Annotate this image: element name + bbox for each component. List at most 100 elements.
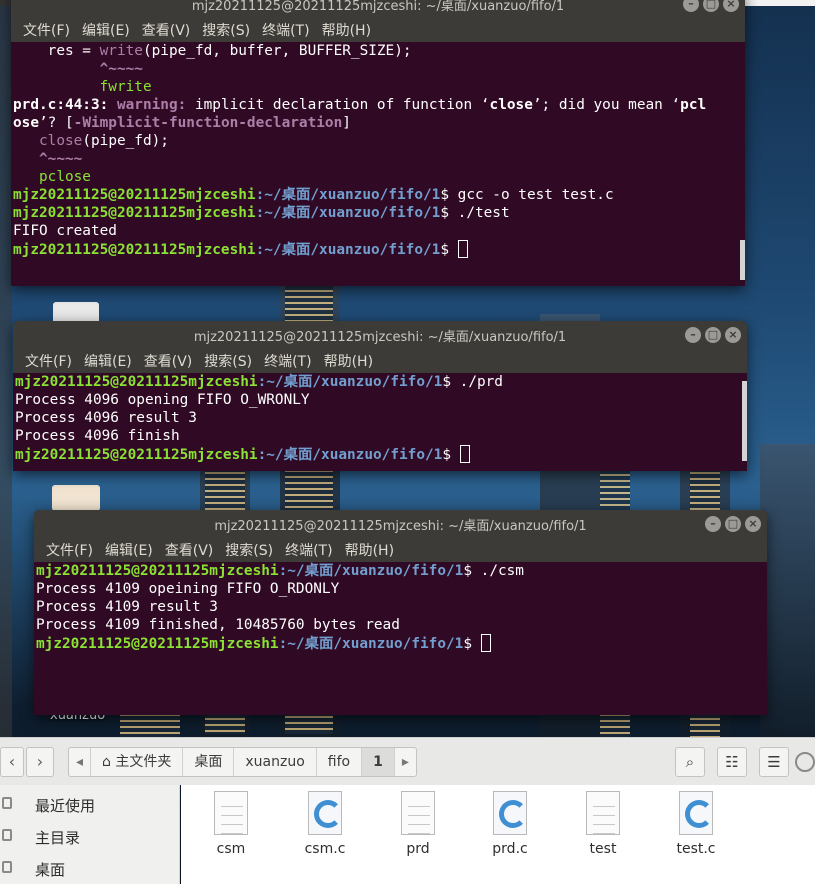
menu-file[interactable]: 文件(F) xyxy=(19,351,78,371)
window-control-icon[interactable] xyxy=(795,752,815,772)
menu-edit[interactable]: 编辑(E) xyxy=(99,540,159,560)
binary-file-icon xyxy=(586,791,620,835)
minimize-icon[interactable]: – xyxy=(685,327,701,343)
c-source-file-icon xyxy=(493,791,527,835)
terminal-line: prd.c:44:3: warning: implicit declaratio… xyxy=(13,97,707,113)
text-cursor xyxy=(459,445,470,463)
close-icon[interactable]: × xyxy=(745,516,761,532)
menu-help[interactable]: 帮助(H) xyxy=(316,20,377,40)
menu-bar: 文件(F) 编辑(E) 查看(V) 搜索(S) 终端(T) 帮助(H) xyxy=(13,349,747,373)
terminal-line: pclose xyxy=(13,169,91,185)
terminal-line: Process 4096 opening FIFO O_WRONLY xyxy=(15,392,310,408)
terminal-output[interactable]: res = write(pipe_fd, buffer, BUFFER_SIZE… xyxy=(11,42,745,259)
maximize-icon[interactable]: □ xyxy=(705,327,721,343)
terminal-line: Process 4096 finish xyxy=(15,428,180,444)
menu-edit[interactable]: 编辑(E) xyxy=(76,20,136,40)
window-title: mjz20211125@20211125mjzceshi: ~/桌面/xuanz… xyxy=(214,518,587,534)
terminal-line: close(pipe_fd); xyxy=(39,133,169,149)
menu-view[interactable]: 查看(V) xyxy=(159,540,220,560)
file-name: prd.c xyxy=(492,841,528,857)
breadcrumb-home[interactable]: ⌂ 主文件夹 xyxy=(91,748,184,776)
c-source-file-icon xyxy=(679,791,713,835)
terminal-line: fwrite xyxy=(13,79,152,95)
menu-file[interactable]: 文件(F) xyxy=(17,20,76,40)
skyline-building xyxy=(760,444,815,744)
menu-terminal[interactable]: 终端(T) xyxy=(258,351,317,371)
file-item-test-c[interactable]: test.c xyxy=(656,791,736,857)
close-icon[interactable]: × xyxy=(725,327,741,343)
file-name: prd xyxy=(406,841,430,857)
menu-search[interactable]: 搜索(S) xyxy=(219,540,279,560)
file-grid: csm csm.c prd prd.c test test.c xyxy=(181,785,815,884)
forward-icon[interactable]: › xyxy=(26,747,54,777)
view-options-icon[interactable]: ☷ xyxy=(717,747,747,777)
terminal-line: Process 4109 opeining FIFO O_RDONLY xyxy=(36,581,340,597)
terminal-line: Process 4096 result 3 xyxy=(15,410,197,426)
minimize-icon[interactable]: – xyxy=(683,0,699,12)
home-icon xyxy=(2,829,12,841)
close-icon[interactable]: × xyxy=(723,0,739,12)
c-source-file-icon xyxy=(308,791,342,835)
terminal-line: Process 4109 result 3 xyxy=(36,599,218,615)
terminal-line: res = write(pipe_fd, buffer, BUFFER_SIZE… xyxy=(13,43,412,59)
desktop-folder-icon[interactable] xyxy=(52,485,100,511)
breadcrumb-desktop[interactable]: 桌面 xyxy=(183,748,235,776)
file-name: test xyxy=(589,841,617,857)
menu-view[interactable]: 查看(V) xyxy=(138,351,199,371)
home-icon: ⌂ xyxy=(102,754,116,770)
window-title: mjz20211125@20211125mjzceshi: ~/桌面/xuanz… xyxy=(191,0,565,14)
text-cursor xyxy=(457,240,468,258)
file-name: csm xyxy=(216,841,246,857)
scrollbar[interactable] xyxy=(742,381,747,461)
scrollbar[interactable] xyxy=(740,240,745,280)
menu-help[interactable]: 帮助(H) xyxy=(318,351,379,371)
terminal-titlebar[interactable]: mjz20211125@20211125mjzceshi: ~/桌面/xuanz… xyxy=(34,510,767,538)
sidebar-item-desktop[interactable]: 桌面 xyxy=(35,859,65,880)
breadcrumb-left-arrow-icon[interactable]: ◂ xyxy=(69,748,92,776)
file-item-csm-c[interactable]: csm.c xyxy=(285,791,365,857)
breadcrumb-1[interactable]: 1 xyxy=(362,748,395,776)
terminal-output[interactable]: mjz20211125@20211125mjzceshi:~/桌面/xuanzu… xyxy=(34,562,767,653)
file-manager-toolbar: ‹ › ◂ ⌂ 主文件夹 桌面 xuanzuo fifo 1 ▸ ⌕ ☷ ☰ xyxy=(0,737,815,785)
terminal-prompt-line: mjz20211125@20211125mjzceshi:~/桌面/xuanzu… xyxy=(13,240,745,259)
terminal-window-3[interactable]: mjz20211125@20211125mjzceshi: ~/桌面/xuanz… xyxy=(34,510,767,715)
search-icon[interactable]: ⌕ xyxy=(675,747,705,777)
terminal-titlebar[interactable]: mjz20211125@20211125mjzceshi: ~/桌面/xuanz… xyxy=(11,0,745,18)
terminal-window-2[interactable]: mjz20211125@20211125mjzceshi: ~/桌面/xuanz… xyxy=(13,321,747,471)
maximize-icon[interactable]: □ xyxy=(703,0,719,12)
terminal-output[interactable]: mjz20211125@20211125mjzceshi:~/桌面/xuanzu… xyxy=(13,373,747,464)
places-sidebar: 最近使用 主目录 桌面 xyxy=(0,785,180,884)
maximize-icon[interactable]: □ xyxy=(725,516,741,532)
terminal-prompt-line: mjz20211125@20211125mjzceshi:~/桌面/xuanzu… xyxy=(36,634,767,653)
back-icon[interactable]: ‹ xyxy=(0,747,24,777)
minimize-icon[interactable]: – xyxy=(705,516,721,532)
text-cursor xyxy=(480,634,491,652)
terminal-prompt-line: mjz20211125@20211125mjzceshi:~/桌面/xuanzu… xyxy=(13,187,614,203)
menu-file[interactable]: 文件(F) xyxy=(40,540,99,560)
file-item-prd-c[interactable]: prd.c xyxy=(470,791,550,857)
file-item-csm[interactable]: csm xyxy=(191,791,271,857)
file-name: test.c xyxy=(676,841,716,857)
breadcrumb-right-arrow-icon[interactable]: ▸ xyxy=(395,748,416,776)
terminal-window-1[interactable]: mjz20211125@20211125mjzceshi: ~/桌面/xuanz… xyxy=(11,0,745,286)
sidebar-item-recent[interactable]: 最近使用 xyxy=(35,795,95,816)
breadcrumb-fifo[interactable]: fifo xyxy=(317,748,363,776)
menu-edit[interactable]: 编辑(E) xyxy=(78,351,138,371)
menu-terminal[interactable]: 终端(T) xyxy=(256,20,315,40)
terminal-titlebar[interactable]: mjz20211125@20211125mjzceshi: ~/桌面/xuanz… xyxy=(13,321,747,349)
breadcrumb: ◂ ⌂ 主文件夹 桌面 xuanzuo fifo 1 ▸ xyxy=(68,747,417,777)
file-item-prd[interactable]: prd xyxy=(378,791,458,857)
terminal-line: ^~~~~ xyxy=(13,151,83,167)
breadcrumb-xuanzuo[interactable]: xuanzuo xyxy=(234,748,317,776)
menu-terminal[interactable]: 终端(T) xyxy=(279,540,338,560)
menu-help[interactable]: 帮助(H) xyxy=(339,540,400,560)
menu-view[interactable]: 查看(V) xyxy=(136,20,197,40)
menu-search[interactable]: 搜索(S) xyxy=(198,351,258,371)
terminal-prompt-line: mjz20211125@20211125mjzceshi:~/桌面/xuanzu… xyxy=(36,563,524,579)
menu-icon[interactable]: ☰ xyxy=(759,747,789,777)
file-name: csm.c xyxy=(304,841,346,857)
sidebar-item-home[interactable]: 主目录 xyxy=(35,827,80,848)
file-item-test[interactable]: test xyxy=(563,791,643,857)
terminal-line: Process 4109 finished, 10485760 bytes re… xyxy=(36,617,400,633)
menu-search[interactable]: 搜索(S) xyxy=(196,20,256,40)
